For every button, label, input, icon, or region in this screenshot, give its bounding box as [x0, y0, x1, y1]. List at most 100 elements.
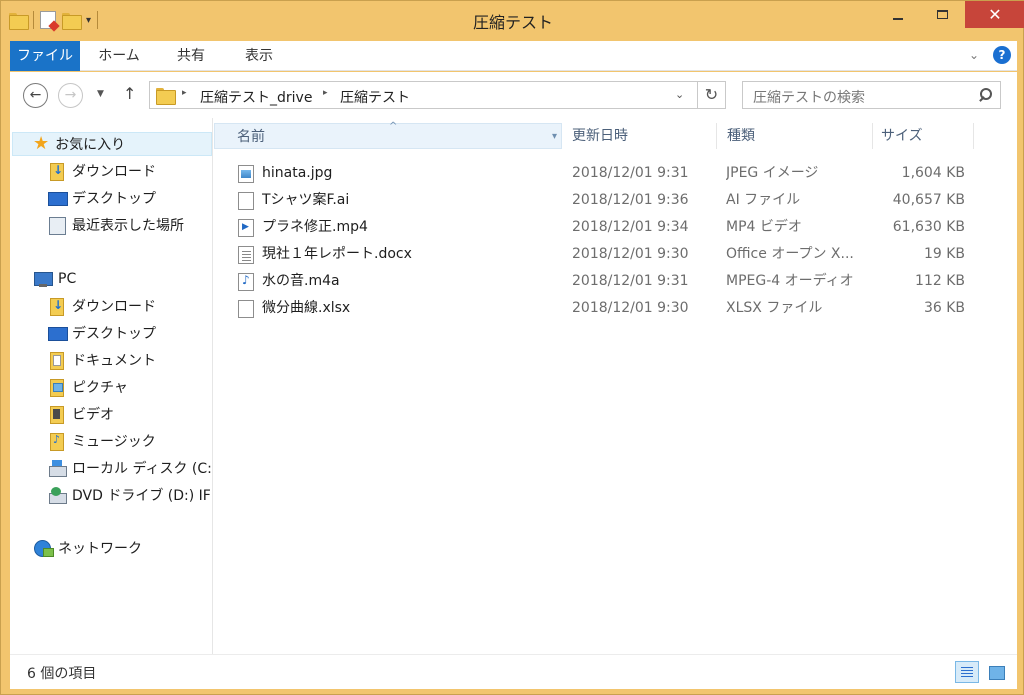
nav-item-favorites[interactable]: ★ お気に入り	[12, 132, 212, 156]
file-size: 61,630 KB	[892, 219, 965, 235]
breadcrumb-separator[interactable]: ▸	[182, 88, 187, 98]
nav-item-label: お気に入り	[55, 137, 126, 153]
details-view-button[interactable]	[955, 661, 979, 683]
close-button[interactable]: ✕	[965, 1, 1024, 28]
navigation-bar: ← → ▼ ↑ ▸ 圧縮テスト_drive ▸ 圧縮テスト ⌄ ↻ 圧縮テストの…	[10, 72, 1017, 118]
minimize-button[interactable]	[875, 1, 920, 28]
column-header-label: 名前	[237, 129, 265, 145]
back-button[interactable]: ←	[23, 83, 48, 108]
maximize-button[interactable]	[920, 1, 965, 28]
nav-item-videos[interactable]: ビデオ	[48, 402, 114, 426]
status-bar: 6 個の項目	[10, 654, 1017, 689]
nav-item-label: ドキュメント	[72, 353, 156, 369]
nav-item-documents[interactable]: ドキュメント	[48, 348, 156, 372]
file-modified-date: 2018/12/01 9:34	[572, 219, 689, 235]
star-icon: ★	[33, 133, 50, 154]
nav-item-label: ローカル ディスク (C:)	[72, 461, 213, 477]
nav-item-label: デスクトップ	[72, 191, 156, 207]
recent-locations-dropdown[interactable]: ▼	[97, 89, 104, 99]
ribbon-tabs: ファイル ホーム 共有 表示 ⌄ ?	[10, 41, 1017, 71]
sort-ascending-icon: ^	[389, 121, 398, 132]
file-type: JPEG イメージ	[726, 165, 819, 181]
file-size: 36 KB	[923, 300, 965, 316]
nav-item-music[interactable]: ミュージック	[48, 429, 156, 453]
nav-item-dvd-drive[interactable]: DVD ドライブ (D:) IF	[48, 483, 211, 507]
video-file-icon	[238, 219, 254, 237]
file-row[interactable]: hinata.jpg 2018/12/01 9:31 JPEG イメージ 1,6…	[214, 160, 1017, 187]
file-row[interactable]: 現社１年レポート.docx 2018/12/01 9:30 Office オープ…	[214, 241, 1017, 268]
nav-item-label: ビデオ	[72, 407, 114, 423]
nav-item-local-disk[interactable]: ローカル ディスク (C:)	[48, 456, 213, 480]
maximize-icon	[937, 10, 948, 19]
nav-item-favorites-desktop[interactable]: デスクトップ	[48, 186, 156, 210]
folder-icon	[156, 88, 176, 105]
nav-item-pictures[interactable]: ピクチャ	[48, 375, 128, 399]
file-modified-date: 2018/12/01 9:31	[572, 165, 689, 181]
file-modified-date: 2018/12/01 9:36	[572, 192, 689, 208]
image-file-icon	[238, 165, 254, 183]
file-row[interactable]: プラネ修正.mp4 2018/12/01 9:34 MP4 ビデオ 61,630…	[214, 214, 1017, 241]
nav-item-label: ピクチャ	[72, 380, 128, 396]
file-row[interactable]: 微分曲線.xlsx 2018/12/01 9:30 XLSX ファイル 36 K…	[214, 295, 1017, 322]
breadcrumb-separator[interactable]: ▸	[323, 88, 328, 98]
file-list: ^ 名前 ▾ 更新日時 種類 サイズ hinata.jpg 2018/12/01…	[214, 118, 1017, 654]
nav-item-recent-places[interactable]: 最近表示した場所	[48, 213, 184, 237]
up-button[interactable]: ↑	[123, 84, 136, 103]
downloads-folder-icon	[48, 163, 66, 181]
search-box[interactable]: 圧縮テストの検索	[742, 81, 1001, 109]
network-icon	[34, 540, 54, 557]
column-header-type[interactable]: 種類	[717, 123, 873, 149]
nav-item-favorites-downloads[interactable]: ダウンロード	[48, 159, 156, 183]
tab-share[interactable]: 共有	[160, 41, 222, 71]
content-area: ★ お気に入り ダウンロード デスクトップ 最近表示した場所 PC ダウ	[10, 118, 1017, 654]
nav-item-pc-downloads[interactable]: ダウンロード	[48, 294, 156, 318]
file-type: Office オープン X...	[726, 246, 854, 262]
refresh-button[interactable]: ↻	[697, 82, 725, 108]
help-icon[interactable]: ?	[993, 46, 1011, 64]
file-size: 1,604 KB	[901, 165, 965, 181]
file-size: 40,657 KB	[892, 192, 965, 208]
file-row[interactable]: 水の音.m4a 2018/12/01 9:31 MPEG-4 オーディオ 112…	[214, 268, 1017, 295]
minimize-icon	[892, 17, 903, 20]
desktop-icon	[48, 190, 68, 206]
search-icon[interactable]	[978, 88, 992, 102]
pictures-folder-icon	[48, 379, 66, 397]
recent-places-icon	[48, 217, 66, 235]
file-row[interactable]: Tシャツ案F.ai 2018/12/01 9:36 AI ファイル 40,657…	[214, 187, 1017, 214]
local-disk-icon	[48, 460, 67, 477]
file-type: AI ファイル	[726, 192, 801, 208]
nav-item-network[interactable]: ネットワーク	[34, 536, 142, 560]
forward-button[interactable]: →	[58, 83, 83, 108]
tab-view[interactable]: 表示	[228, 41, 290, 71]
column-header-date[interactable]: 更新日時	[562, 123, 717, 149]
nav-item-pc[interactable]: PC	[34, 267, 76, 291]
tab-file[interactable]: ファイル	[10, 41, 80, 71]
file-modified-date: 2018/12/01 9:30	[572, 246, 689, 262]
file-name: 微分曲線.xlsx	[262, 300, 351, 316]
file-name: 水の音.m4a	[262, 273, 340, 289]
file-name: プラネ修正.mp4	[262, 219, 368, 235]
audio-file-icon	[238, 273, 254, 291]
nav-item-label: DVD ドライブ (D:) IF	[72, 488, 211, 504]
address-history-dropdown[interactable]: ⌄	[675, 88, 684, 101]
tab-home[interactable]: ホーム	[88, 41, 150, 71]
column-header-size[interactable]: サイズ	[873, 123, 974, 149]
file-type: MPEG-4 オーディオ	[726, 273, 854, 289]
column-header-name[interactable]: ^ 名前 ▾	[214, 121, 562, 150]
generic-file-icon	[238, 300, 254, 318]
nav-item-label: ダウンロード	[72, 164, 156, 180]
column-filter-dropdown[interactable]: ▾	[552, 124, 557, 150]
nav-item-label: ネットワーク	[58, 541, 142, 557]
expand-ribbon-chevron-icon[interactable]: ⌄	[969, 48, 979, 62]
computer-icon	[34, 271, 53, 287]
title-bar: ▾ 圧縮テスト ✕	[1, 1, 1024, 40]
nav-item-pc-desktop[interactable]: デスクトップ	[48, 321, 156, 345]
file-modified-date: 2018/12/01 9:31	[572, 273, 689, 289]
file-name: hinata.jpg	[262, 165, 333, 181]
file-type: XLSX ファイル	[726, 300, 823, 316]
address-bar[interactable]: ▸ 圧縮テスト_drive ▸ 圧縮テスト ⌄ ↻	[149, 81, 726, 109]
large-icons-view-button[interactable]	[984, 661, 1008, 683]
search-placeholder[interactable]: 圧縮テストの検索	[753, 87, 865, 107]
breadcrumb-current-folder[interactable]: 圧縮テスト	[340, 87, 410, 107]
breadcrumb-drive[interactable]: 圧縮テスト_drive	[200, 87, 312, 107]
